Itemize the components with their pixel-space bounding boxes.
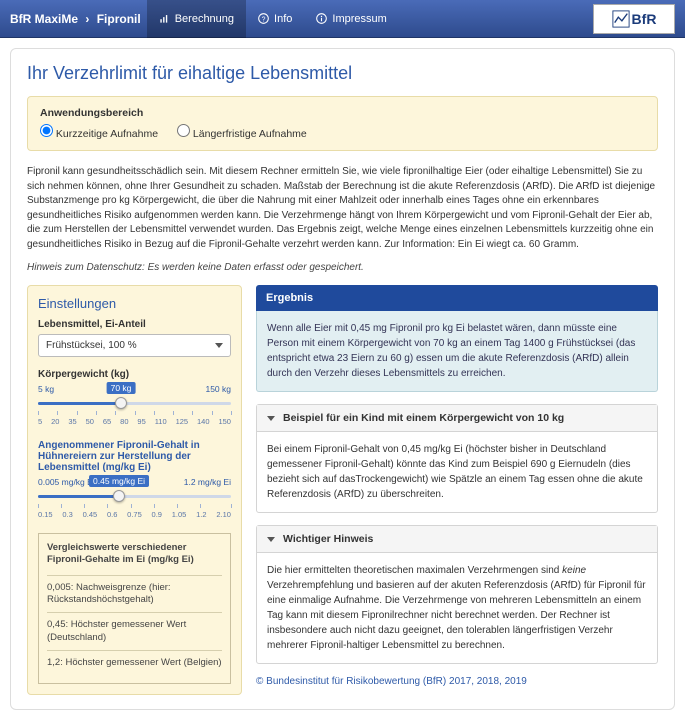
weight-slider[interactable]: 5 kg 150 kg 70 kg 5203550658095110125140…: [38, 384, 231, 426]
panel-important-notice: Wichtiger Hinweis Die hier ermittelten t…: [256, 525, 658, 664]
compare-box: Vergleichswerte verschiedener Fipronil-G…: [38, 533, 231, 684]
weight-thumb[interactable]: [115, 397, 127, 409]
slider-ticks: [38, 411, 231, 415]
radio-shortterm[interactable]: [40, 124, 53, 137]
weight-label: Körpergewicht (kg): [38, 369, 231, 380]
help-icon: ?: [258, 13, 269, 24]
brand-topic: Fipronil: [97, 12, 141, 26]
panel-body: Die hier ermittelten theoretischen maxim…: [257, 553, 657, 663]
results-column: Ergebnis Wenn alle Eier mit 0,45 mg Fipr…: [256, 285, 658, 687]
logo-text: BfR: [632, 11, 657, 27]
chevron-down-icon: [267, 416, 275, 421]
panel-header[interactable]: Wichtiger Hinweis: [257, 526, 657, 553]
fipronil-badge: 0.45 mg/kg Ei: [89, 475, 149, 487]
result-heading: Ergebnis: [256, 285, 658, 311]
radio-longterm[interactable]: [177, 124, 190, 137]
panel-title: Wichtiger Hinweis: [283, 533, 373, 545]
main-container: Ihr Verzehrlimit für eihaltige Lebensmit…: [10, 48, 675, 710]
food-dropdown[interactable]: Frühstücksei, 100 %: [38, 334, 231, 357]
brand: BfR MaxiMe › Fipronil: [10, 12, 141, 26]
nav-label: Impressum: [332, 13, 386, 25]
compare-row: 0,005: Nachweisgrenze (hier: Rückstandsh…: [47, 575, 222, 613]
svg-text:?: ?: [262, 16, 266, 23]
fipronil-min: 0.005 mg/kg Ei: [38, 477, 95, 487]
compare-row: 0,45: Höchster gemessener Wert (Deutschl…: [47, 612, 222, 650]
nav-label: Berechnung: [175, 13, 234, 25]
chevron-down-icon: [267, 537, 275, 542]
weight-badge: 70 kg: [107, 382, 136, 394]
settings-panel: Einstellungen Lebensmittel, Ei-Anteil Fr…: [27, 285, 242, 695]
settings-heading: Einstellungen: [38, 296, 231, 311]
scope-label: Anwendungsbereich: [40, 107, 645, 119]
nav-info[interactable]: ? Info: [246, 0, 304, 38]
fipronil-max: 1.2 mg/kg Ei: [184, 477, 231, 487]
scope-opt-longterm[interactable]: Längerfristige Aufnahme: [177, 128, 307, 140]
nav-berechnung[interactable]: Berechnung: [147, 0, 246, 38]
copyright: © Bundesinstitut für Risikobewertung (Bf…: [256, 676, 658, 687]
fipronil-thumb[interactable]: [113, 490, 125, 502]
compare-row: 1,2: Höchster gemessener Wert (Belgien): [47, 650, 222, 675]
scope-box: Anwendungsbereich Kurzzeitige Aufnahme L…: [27, 96, 658, 151]
topbar: BfR MaxiMe › Fipronil Berechnung ? Info …: [0, 0, 685, 38]
compare-heading: Vergleichswerte verschiedener Fipronil-G…: [47, 542, 222, 567]
privacy-note: Hinweis zum Datenschutz: Es werden keine…: [27, 262, 658, 273]
food-label: Lebensmittel, Ei-Anteil: [38, 319, 231, 330]
nav-label: Info: [274, 13, 292, 25]
chart-icon: [159, 13, 170, 24]
panel-body: Bei einem Fipronil-Gehalt von 0,45 mg/kg…: [257, 432, 657, 512]
page-title: Ihr Verzehrlimit für eihaltige Lebensmit…: [27, 63, 658, 84]
fipronil-label: Angenommener Fipronil-Gehalt in Hühnerei…: [38, 440, 231, 473]
logo-icon: [612, 10, 630, 28]
panel-title: Beispiel für ein Kind mit einem Körperge…: [283, 412, 564, 424]
brand-app: BfR MaxiMe: [10, 12, 78, 26]
breadcrumb-sep: ›: [85, 12, 89, 26]
panel-header[interactable]: Beispiel für ein Kind mit einem Körperge…: [257, 405, 657, 432]
slider-ticks: [38, 504, 231, 508]
panel-child-example: Beispiel für ein Kind mit einem Körperge…: [256, 404, 658, 513]
nav-impressum[interactable]: Impressum: [304, 0, 398, 38]
result-text: Wenn alle Eier mit 0,45 mg Fipronil pro …: [256, 311, 658, 392]
chevron-down-icon: [215, 343, 223, 348]
fipronil-slider[interactable]: 0.005 mg/kg Ei 1.2 mg/kg Ei 0.45 mg/kg E…: [38, 477, 231, 519]
weight-min: 5 kg: [38, 384, 54, 394]
fipronil-tick-labels: 0.150.30.450.60.750.91.051.22.10: [38, 510, 231, 519]
food-value: Frühstücksei, 100 %: [46, 340, 137, 351]
scope-opt-shortterm[interactable]: Kurzzeitige Aufnahme: [40, 128, 158, 140]
weight-tick-labels: 5203550658095110125140150: [38, 417, 231, 426]
weight-max: 150 kg: [205, 384, 231, 394]
bfr-logo: BfR: [593, 4, 675, 34]
intro-text: Fipronil kann gesundheitsschädlich sein.…: [27, 165, 658, 252]
info-icon: [316, 13, 327, 24]
